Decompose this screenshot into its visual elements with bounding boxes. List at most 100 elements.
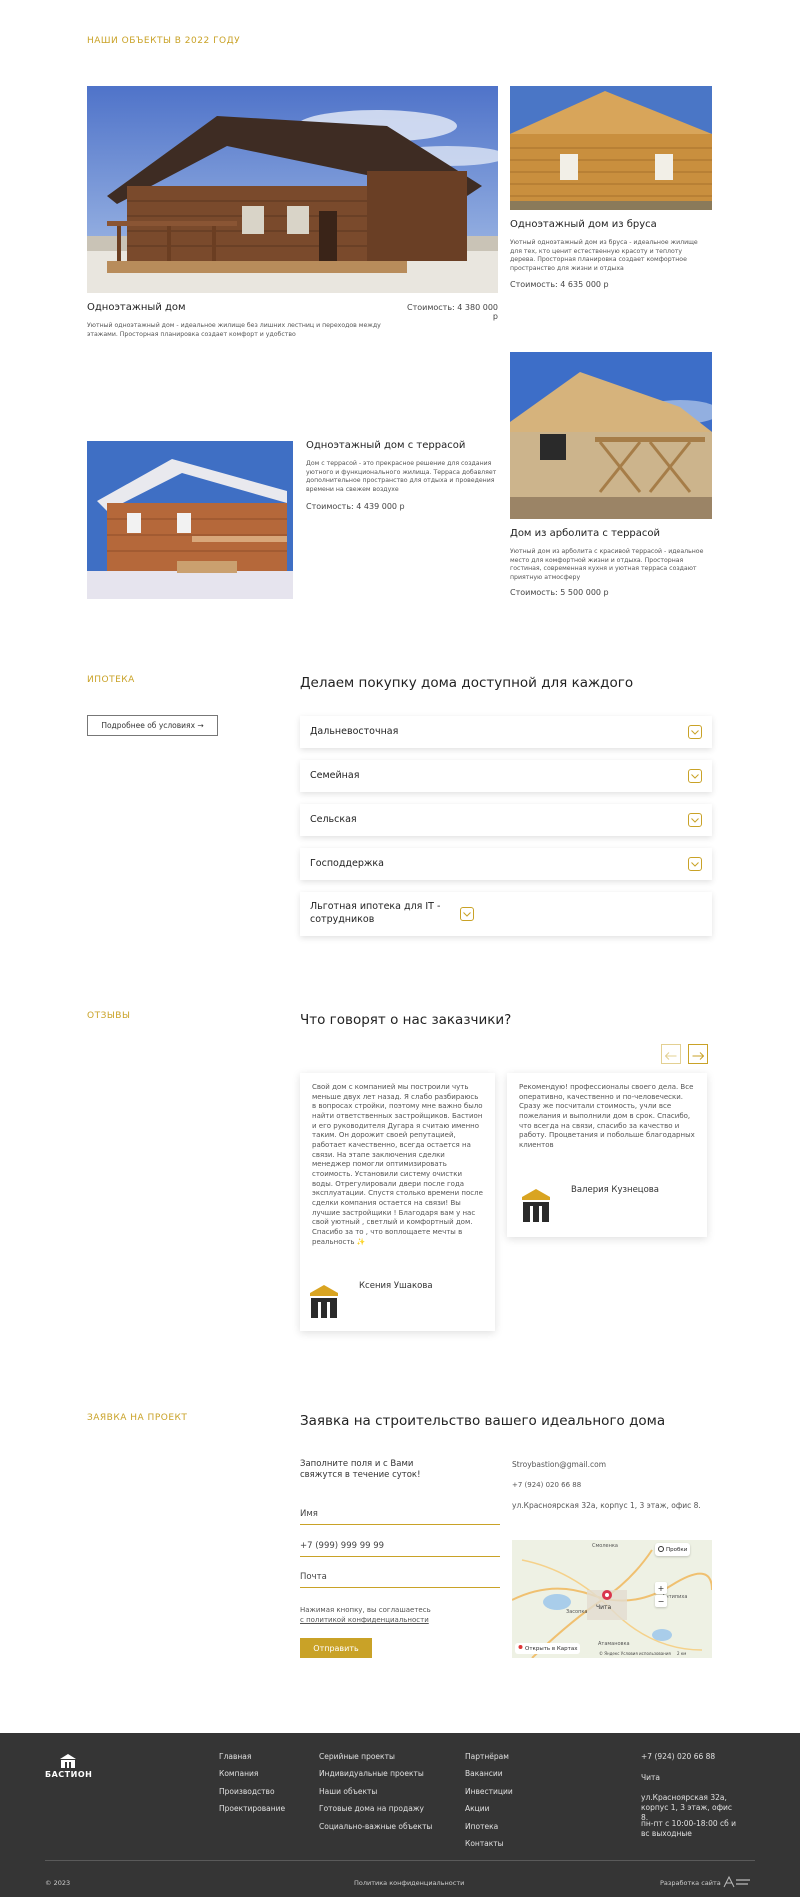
- open-in-maps-label: Открыть в Картах: [525, 1645, 578, 1652]
- footer-link-promotions[interactable]: Акции: [465, 1804, 490, 1813]
- contact-address: ул.Красноярская 32а, корпус 1, 3 этаж, о…: [512, 1501, 701, 1510]
- footer-privacy-link[interactable]: Политика конфиденциальности: [354, 1879, 464, 1887]
- review-card-1: Свой дом с компанией мы построили чуть м…: [300, 1073, 495, 1331]
- consent-text: Нажимая кнопку, вы соглашаетесь: [300, 1606, 431, 1614]
- open-in-maps-button[interactable]: Открыть в Картах: [515, 1643, 581, 1654]
- object-card-3-price: Стоимость: 4 439 000 р: [306, 502, 405, 511]
- footer-link-objects[interactable]: Наши объекты: [319, 1787, 377, 1796]
- arrow-left-icon: [664, 1045, 677, 1064]
- footer-link-investments[interactable]: Инвестиции: [465, 1787, 513, 1796]
- review-card-2: Рекомендую! профессионалы своего дела. В…: [507, 1073, 707, 1237]
- chevron-down-icon: [460, 907, 474, 921]
- review-author: Ксения Ушакова: [359, 1281, 433, 1291]
- footer-link-partners[interactable]: Партнёрам: [465, 1752, 509, 1761]
- mortgage-item-far-east[interactable]: Дальневосточная: [300, 716, 712, 748]
- object-card-1-price: Стоимость: 4 380 000 р: [407, 303, 498, 321]
- submit-button[interactable]: Отправить: [300, 1638, 372, 1658]
- contact-phone[interactable]: +7 (924) 020 66 88: [512, 1481, 581, 1489]
- site-footer: БАСТИОН Главная Компания Производство Пр…: [0, 1733, 800, 1897]
- email-field[interactable]: Почта: [300, 1572, 500, 1588]
- footer-link-mortgage[interactable]: Ипотека: [465, 1822, 498, 1831]
- object-card-2-desc: Уютный одноэтажный дом из бруса - идеаль…: [510, 239, 698, 273]
- map-widget[interactable]: Чита Смоленка Засопка Атамановка Антипих…: [512, 1540, 712, 1658]
- mortgage-item-label: Семейная: [310, 769, 360, 781]
- footer-link-serial[interactable]: Серийные проекты: [319, 1752, 395, 1761]
- phone-field[interactable]: +7 (999) 999 99 99: [300, 1541, 500, 1557]
- footer-dev-credit[interactable]: Разработка сайта: [660, 1879, 721, 1887]
- reviews-section-label: ОТЗЫВЫ: [87, 1011, 131, 1021]
- chevron-down-icon: [688, 725, 702, 739]
- company-logo-icon: [521, 1188, 551, 1228]
- company-logo-icon: [309, 1284, 339, 1324]
- footer-brand[interactable]: БАСТИОН: [45, 1770, 92, 1779]
- privacy-policy-link[interactable]: с политикой конфиденциальности: [300, 1616, 429, 1624]
- reviews-heading: Что говорят о нас заказчики?: [300, 1012, 512, 1028]
- mortgage-details-button[interactable]: Подробнее об условиях →: [87, 715, 218, 736]
- arrow-right-icon: [692, 1045, 705, 1064]
- mortgage-item-label: Дальневосточная: [310, 725, 399, 737]
- mortgage-item-label: Сельская: [310, 813, 357, 825]
- mortgage-section-label: ИПОТЕКА: [87, 675, 135, 685]
- request-heading: Заявка на строительство вашего идеальног…: [300, 1413, 666, 1429]
- traffic-label: Пробки: [666, 1546, 688, 1553]
- objects-section-label: НАШИ ОБЪЕКТЫ В 2022 ГОДУ: [87, 36, 241, 46]
- traffic-toggle[interactable]: Пробки: [655, 1543, 691, 1556]
- mortgage-item-family[interactable]: Семейная: [300, 760, 712, 792]
- mortgage-item-label: Льготная ипотека для IT - сотрудников: [310, 901, 441, 925]
- zoom-out-button[interactable]: −: [655, 1595, 667, 1607]
- object-card-1-title[interactable]: Одноэтажный дом: [87, 302, 186, 313]
- house-photo-3[interactable]: [87, 441, 293, 599]
- map-place-label: Засопка: [566, 1609, 588, 1615]
- map-scale: 2 км: [677, 1651, 687, 1656]
- footer-link-production[interactable]: Производство: [219, 1787, 275, 1796]
- review-text: Рекомендую! профессионалы своего дела. В…: [519, 1083, 695, 1149]
- object-card-2-title[interactable]: Одноэтажный дом из бруса: [510, 219, 657, 230]
- footer-link-contacts[interactable]: Контакты: [465, 1839, 504, 1848]
- footer-link-individual[interactable]: Индивидуальные проекты: [319, 1769, 424, 1778]
- mortgage-item-it[interactable]: Льготная ипотека для IT - сотрудников: [300, 892, 712, 936]
- house-photo-1[interactable]: [87, 86, 498, 293]
- footer-hours: пн-пт с 10:00-18:00 сб и вс выходные: [641, 1819, 737, 1838]
- review-author: Валерия Кузнецова: [571, 1185, 660, 1195]
- plus-icon: +: [657, 1583, 665, 1593]
- zoom-in-button[interactable]: +: [655, 1582, 667, 1594]
- footer-link-social[interactable]: Социально-важные объекты: [319, 1822, 432, 1831]
- object-card-3-title[interactable]: Одноэтажный дом с террасой: [306, 440, 465, 451]
- map-place-label: Атамановка: [598, 1641, 630, 1647]
- footer-link-vacancies[interactable]: Вакансии: [465, 1769, 503, 1778]
- object-card-4-title[interactable]: Дом из арболита с террасой: [510, 528, 660, 539]
- mortgage-item-rural[interactable]: Сельская: [300, 804, 712, 836]
- map-pin-icon: [518, 1644, 523, 1653]
- mortgage-item-state-support[interactable]: Господдержка: [300, 848, 712, 880]
- request-section-label: ЗАЯВКА НА ПРОЕКТ: [87, 1413, 188, 1423]
- minus-icon: −: [657, 1596, 665, 1606]
- request-lead: Заполните поля и с Вами свяжутся в течен…: [300, 1459, 421, 1481]
- footer-link-company[interactable]: Компания: [219, 1769, 258, 1778]
- footer-copyright: © 2023: [45, 1879, 71, 1887]
- reviews-next-button[interactable]: [688, 1044, 708, 1064]
- chevron-down-icon: [688, 813, 702, 827]
- footer-address: ул.Красноярская 32а, корпус 1, 3 этаж, о…: [641, 1793, 733, 1822]
- contact-email[interactable]: Stroybastion@gmail.com: [512, 1460, 606, 1469]
- chevron-down-icon: [688, 857, 702, 871]
- object-card-1-desc: Уютный одноэтажный дом - идеальное жилищ…: [87, 322, 381, 338]
- map-place-label: Смоленка: [592, 1543, 618, 1549]
- mortgage-item-label: Господдержка: [310, 857, 384, 869]
- name-field[interactable]: Имя: [300, 1509, 500, 1525]
- mortgage-heading: Делаем покупку дома доступной для каждог…: [300, 675, 634, 691]
- object-card-4-desc: Уютный дом из арболита с красивой террас…: [510, 548, 704, 582]
- footer-city: Чита: [641, 1773, 660, 1782]
- house-photo-2[interactable]: [510, 86, 712, 210]
- reviews-prev-button[interactable]: [661, 1044, 681, 1064]
- house-photo-4[interactable]: [510, 352, 712, 519]
- map-credits: © Яндекс Условия использования: [599, 1651, 671, 1656]
- footer-link-home[interactable]: Главная: [219, 1752, 251, 1761]
- footer-link-ready-houses[interactable]: Готовые дома на продажу: [319, 1804, 424, 1813]
- footer-link-design[interactable]: Проектирование: [219, 1804, 285, 1813]
- footer-phone[interactable]: +7 (924) 020 66 88: [641, 1752, 715, 1761]
- chevron-down-icon: [688, 769, 702, 783]
- object-card-2-price: Стоимость: 4 635 000 р: [510, 280, 609, 289]
- developer-logo-icon[interactable]: [722, 1874, 752, 1893]
- traffic-light-icon: [658, 1545, 664, 1554]
- map-city-label: Чита: [596, 1604, 612, 1611]
